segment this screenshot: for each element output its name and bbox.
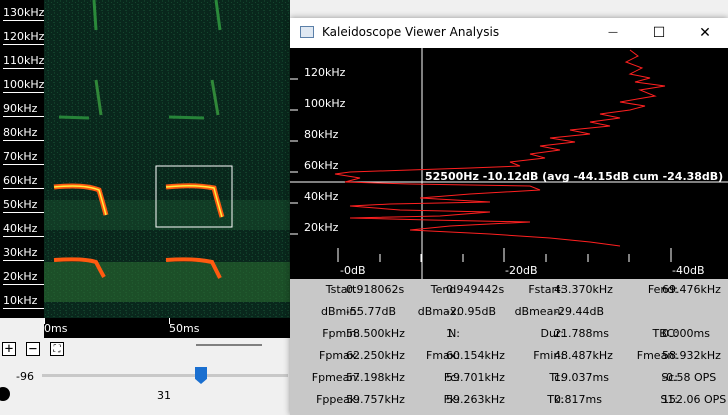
freq-label: 70kHz	[3, 150, 48, 165]
x-label-20db: -20dB	[505, 264, 538, 277]
frequency-axis: 130kHz 120kHz 110kHz 100kHz 90kHz 80kHz 70kHz 6…	[0, 0, 48, 318]
bottom-controls: + − ⛶ -96 31	[0, 338, 290, 415]
zoom-out-button[interactable]: −	[26, 342, 40, 356]
stat-value: 48.487kHz	[554, 349, 613, 362]
stat-value: 19.037ms	[554, 371, 609, 384]
level-value: -96	[16, 370, 34, 383]
stat-value: 152.06 OPS	[662, 393, 727, 406]
time-axis: 0ms 50ms	[44, 318, 290, 338]
stat-value: 69.476kHz	[662, 283, 721, 296]
time-tick	[44, 318, 45, 324]
time-label: 50ms	[169, 322, 200, 335]
time-label: 0ms	[44, 322, 68, 335]
freq-label: 110kHz	[3, 54, 48, 69]
x-label-0db: -0dB	[340, 264, 366, 277]
x-label-40db: -40dB	[672, 264, 705, 277]
y-label-120: 120kHz	[304, 66, 346, 79]
stat-value: 0.817ms	[554, 393, 602, 406]
freq-label: 10kHz	[3, 294, 48, 309]
freq-label: 90kHz	[3, 102, 48, 117]
y-label-20: 20kHz	[304, 221, 339, 234]
zoom-in-button[interactable]: +	[2, 342, 16, 356]
y-label-40: 40kHz	[304, 190, 339, 203]
title-bar[interactable]: Kaleidoscope Viewer Analysis — ☐ ✕	[290, 18, 728, 48]
app-window-icon	[300, 26, 314, 38]
record-dot-icon	[0, 387, 10, 401]
level-slider-track[interactable]	[42, 374, 288, 377]
freq-label: 20kHz	[3, 270, 48, 285]
analysis-window: Kaleidoscope Viewer Analysis — ☐ ✕ 120kH…	[290, 18, 728, 415]
freq-label: 100kHz	[3, 78, 48, 93]
secondary-slider-track[interactable]	[196, 344, 262, 346]
stat-value: -29.44dB	[554, 305, 604, 318]
freq-label: 130kHz	[3, 6, 48, 21]
freq-label: 30kHz	[3, 246, 48, 261]
freq-label: 50kHz	[3, 198, 48, 213]
statistics-panel: Tstart: 0.918062s Tend: 0.949442s Fstart: 43.…	[290, 279, 728, 415]
close-button[interactable]: ✕	[682, 18, 728, 48]
y-label-100: 100kHz	[304, 97, 346, 110]
y-label-60: 60kHz	[304, 159, 339, 172]
stat-value: -55.77dB	[346, 305, 396, 318]
time-tick	[169, 318, 170, 324]
fit-view-button[interactable]: ⛶	[50, 342, 64, 356]
stat-value: 43.370kHz	[554, 283, 613, 296]
freq-label: 40kHz	[3, 222, 48, 237]
stat-value: 0.000ms	[662, 327, 710, 340]
y-label-80: 80kHz	[304, 128, 339, 141]
maximize-button[interactable]: ☐	[636, 18, 682, 48]
stat-value: 21.788ms	[554, 327, 609, 340]
level-slider-thumb[interactable]	[195, 367, 207, 384]
freq-label: 80kHz	[3, 126, 48, 141]
spectrum-plot[interactable]: 120kHz 100kHz 80kHz 60kHz 40kHz 20kHz 52…	[290, 48, 728, 279]
spectrum-curve	[334, 49, 666, 247]
freq-label: 120kHz	[3, 30, 48, 45]
minimize-button[interactable]: —	[590, 18, 636, 48]
stat-value: 1	[446, 327, 453, 340]
stat-value: 58.932kHz	[662, 349, 721, 362]
spectrogram[interactable]	[44, 0, 290, 318]
slider-value: 31	[157, 389, 171, 402]
stat-value: -20.95dB	[446, 305, 496, 318]
stat-value: -0.58 OPS	[662, 371, 717, 384]
window-title: Kaleidoscope Viewer Analysis	[322, 25, 500, 39]
cursor-readout: 52500Hz -10.12dB (avg -44.15dB cum -24.3…	[425, 170, 724, 183]
freq-label: 60kHz	[3, 174, 48, 189]
